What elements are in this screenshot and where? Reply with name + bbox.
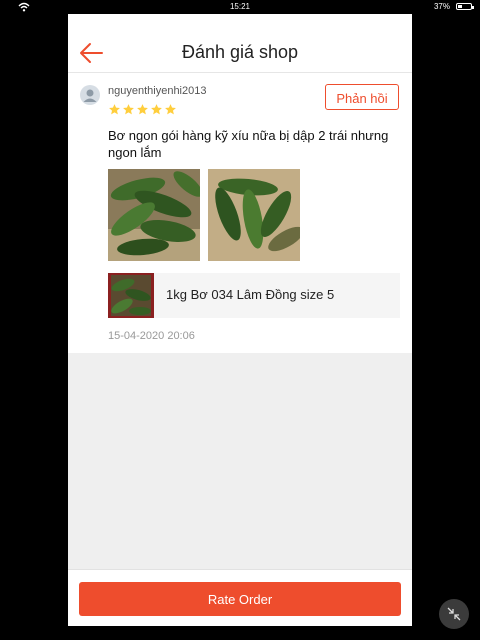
reviewer-username[interactable]: nguyenthiyenhi2013: [108, 85, 206, 97]
product-thumbnail: [108, 273, 154, 318]
review-photo-1[interactable]: [108, 169, 200, 261]
star-icon: [137, 104, 148, 115]
navigation-bar: Đánh giá shop: [68, 14, 412, 73]
product-name: 1kg Bơ 034 Lâm Đồng size 5: [166, 287, 335, 302]
star-icon: [123, 104, 134, 115]
review-card: nguyenthiyenhi2013 Phản hồi Bơ ngon gói …: [68, 73, 412, 353]
rate-order-button[interactable]: Rate Order: [79, 582, 401, 616]
collapse-arrows-icon: [447, 607, 461, 621]
page-title: Đánh giá shop: [181, 42, 299, 62]
app-window: Đánh giá shop nguyenthiyenhi2013 Phản hồ…: [68, 14, 412, 626]
review-text: Bơ ngon gói hàng kỹ xíu nữa bị dập 2 trá…: [108, 128, 389, 160]
star-icon: [109, 104, 120, 115]
battery-icon: [456, 3, 474, 10]
status-bar: 15:21 37%: [0, 0, 480, 14]
reply-button[interactable]: Phản hồi: [325, 84, 399, 110]
rating-stars: [108, 103, 178, 117]
content-area: nguyenthiyenhi2013 Phản hồi Bơ ngon gói …: [68, 73, 412, 626]
footer-bar: Rate Order: [68, 569, 412, 626]
product-item[interactable]: 1kg Bơ 034 Lâm Đồng size 5: [108, 273, 400, 318]
avatar[interactable]: [80, 85, 100, 105]
star-icon: [151, 104, 162, 115]
status-time: 15:21: [229, 2, 251, 11]
assistive-touch-button[interactable]: [439, 599, 469, 629]
star-icon: [165, 104, 176, 115]
battery-percent: 37%: [433, 2, 450, 11]
review-timestamp: 15-04-2020 20:06: [108, 330, 195, 342]
review-photo-2[interactable]: [208, 169, 300, 261]
user-icon: [83, 89, 97, 102]
